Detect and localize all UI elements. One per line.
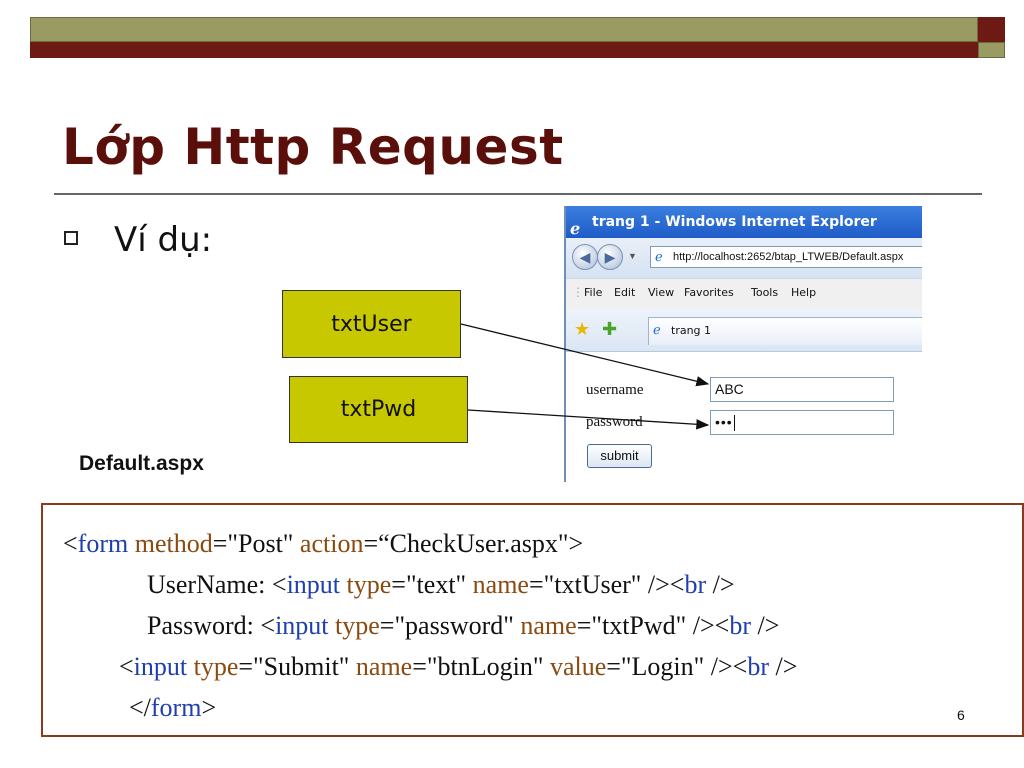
submit-button[interactable]: submit [587, 444, 652, 468]
code-token: ="Submit" [238, 652, 356, 681]
code-token: < [119, 652, 134, 681]
username-value: ABC [715, 381, 744, 397]
code-token: ="Login" />< [606, 652, 748, 681]
page-number: 6 [957, 707, 965, 723]
code-tag: input [275, 611, 329, 640]
code-tag: input [286, 570, 341, 599]
code-token: ="txtPwd" />< [576, 611, 730, 640]
menu-view[interactable]: View [648, 286, 674, 299]
username-label: username [586, 382, 644, 398]
txtuser-callout-label: txtUser [331, 311, 412, 337]
code-attr: name [520, 611, 577, 640]
browser-window: ℯ trang 1 - Windows Internet Explorer ◀ … [564, 206, 922, 482]
code-token: /> [706, 570, 735, 599]
menu-grip-icon: ⋮ [572, 285, 584, 299]
code-attr: action [299, 529, 364, 558]
txtpwd-callout-label: txtPwd [340, 397, 417, 422]
bullet-text: Ví dụ: [114, 220, 213, 260]
password-input[interactable]: ••• [710, 410, 894, 435]
browser-title-bar: ℯ trang 1 - Windows Internet Explorer [566, 206, 922, 238]
code-token: ="password" [379, 611, 521, 640]
add-favorite-icon[interactable]: ✚ [602, 319, 617, 340]
code-line-5: </form> [129, 693, 216, 723]
address-bar[interactable]: ℯ http://localhost:2652/btap_LTWEB/Defau… [650, 246, 922, 268]
password-label: password [586, 414, 643, 430]
menu-edit[interactable]: Edit [614, 286, 635, 299]
code-token: ="btnLogin" [412, 652, 550, 681]
header-band-maroon [30, 42, 978, 58]
menu-favorites[interactable]: Favorites [684, 286, 734, 299]
file-label: Default.aspx [79, 452, 204, 475]
code-tag: form [77, 529, 129, 558]
code-line-3: Password: <input type="password" name="t… [147, 611, 779, 641]
code-token: ="txtUser" />< [528, 570, 685, 599]
username-input[interactable]: ABC [710, 377, 894, 402]
code-token: ="text" [391, 570, 473, 599]
code-attr: method [134, 529, 213, 558]
code-tag: form [150, 693, 202, 722]
code-token: =“CheckUser.aspx"> [363, 529, 584, 558]
address-text: http://localhost:2652/btap_LTWEB/Default… [673, 251, 904, 263]
code-tag: br [747, 652, 769, 681]
back-icon[interactable]: ◀ [572, 244, 598, 270]
code-token: < [63, 529, 78, 558]
code-line-4: <input type="Submit" name="btnLogin" val… [119, 652, 797, 682]
code-tag: input [133, 652, 188, 681]
code-token: UserName: < [147, 570, 287, 599]
code-token: ="Post" [212, 529, 300, 558]
text-caret [733, 415, 735, 432]
header-band-olive [30, 17, 978, 42]
password-value: ••• [715, 414, 733, 430]
forward-icon[interactable]: ▶ [597, 244, 623, 270]
browser-address-row: ◀ ▶ ▼ ℯ http://localhost:2652/btap_LTWEB… [566, 238, 922, 278]
browser-tab[interactable]: ℯ trang 1 [648, 317, 922, 345]
code-attr: value [549, 652, 607, 681]
page-ie-icon: ℯ [655, 249, 663, 264]
code-tag: br [684, 570, 707, 599]
code-line-1: <form method="Post" action=“CheckUser.as… [63, 529, 583, 559]
txtpwd-callout: txtPwd [289, 376, 468, 443]
code-attr: type [335, 611, 380, 640]
slide-title: Lớp Http Request [62, 118, 564, 176]
tab-title: trang 1 [671, 324, 712, 337]
code-attr: type [346, 570, 392, 599]
code-token: Password: < [147, 611, 276, 640]
header-square-top [978, 17, 1005, 42]
menu-help[interactable]: Help [791, 286, 816, 299]
favorites-star-icon[interactable]: ★ [574, 319, 590, 340]
favorites-bar: ★ ✚ ℯ trang 1 [566, 309, 922, 352]
menu-tools[interactable]: Tools [751, 286, 778, 299]
browser-window-title: trang 1 - Windows Internet Explorer [592, 214, 877, 230]
menu-file[interactable]: File [584, 286, 602, 299]
code-tag: br [729, 611, 751, 640]
code-attr: type [193, 652, 239, 681]
tab-ie-icon: ℯ [653, 323, 661, 338]
code-line-2: UserName: <input type="text" name="txtUs… [147, 570, 735, 600]
code-token: /> [768, 652, 798, 681]
bullet-square-icon [64, 231, 78, 245]
txtuser-callout: txtUser [282, 290, 461, 358]
code-token: > [201, 693, 217, 722]
code-sample-box: <form method="Post" action=“CheckUser.as… [41, 503, 1024, 737]
code-token: </ [129, 693, 151, 722]
title-divider [54, 193, 982, 195]
code-token: /> [751, 611, 780, 640]
header-square-bottom [978, 42, 1005, 58]
code-attr: name [472, 570, 529, 599]
history-dropdown-icon[interactable]: ▼ [628, 251, 637, 261]
menu-bar: ⋮ File Edit View Favorites Tools Help [566, 278, 922, 310]
code-attr: name [355, 652, 413, 681]
